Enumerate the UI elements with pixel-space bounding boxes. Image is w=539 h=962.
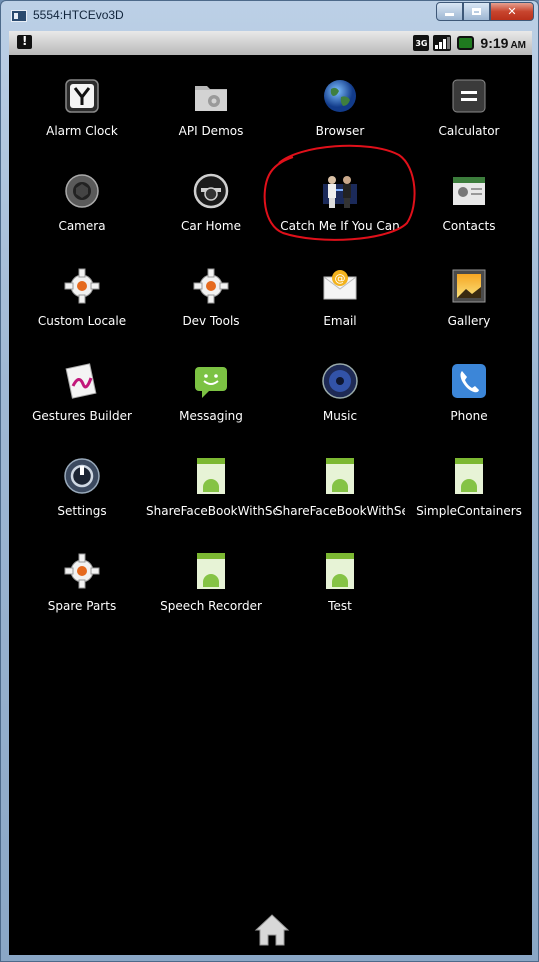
settings-icon <box>64 458 100 494</box>
gallery-icon <box>452 269 486 303</box>
phone-icon <box>452 364 486 398</box>
status-clock: 9:19 AM <box>480 35 526 51</box>
gestures-builder-icon <box>65 363 97 399</box>
status-bar[interactable]: 3G 9:19AM <box>9 31 532 55</box>
app-sharefacebookwithse-1[interactable]: ShareFaceBookWithSe <box>146 451 276 541</box>
catch-me-if-you-can-icon <box>323 176 357 208</box>
app-label: Car Home <box>181 219 241 233</box>
app-label: Music <box>322 409 358 423</box>
gear-icon <box>193 268 229 304</box>
app-label: API Demos <box>178 124 244 138</box>
app-label: Email <box>323 314 357 328</box>
svg-text:@: @ <box>335 272 346 285</box>
app-music[interactable]: Music <box>275 356 405 446</box>
emulator-window: 5554:HTCEvo3D ✕ 3G 9:19AM Alarm Clock <box>0 0 539 962</box>
minimize-icon <box>445 13 454 16</box>
app-gestures-builder[interactable]: Gestures Builder <box>17 356 147 446</box>
app-spare-parts[interactable]: Spare Parts <box>17 546 147 636</box>
app-alarm-clock[interactable]: Alarm Clock <box>17 71 147 161</box>
app-dev-tools[interactable]: Dev Tools <box>146 261 276 351</box>
gear-icon <box>64 268 100 304</box>
api-demos-icon <box>195 86 227 111</box>
notification-alert-icon <box>17 34 32 49</box>
android-default-icon <box>197 458 225 494</box>
close-icon: ✕ <box>507 5 517 18</box>
app-speech-recorder[interactable]: Speech Recorder <box>146 546 276 636</box>
android-default-icon <box>197 553 225 589</box>
window-controls: ✕ <box>436 2 534 22</box>
app-label: SimpleContainers <box>416 504 522 518</box>
app-label: ShareFaceBookWithSe <box>146 504 276 518</box>
window-titlebar[interactable]: 5554:HTCEvo3D ✕ <box>1 1 539 31</box>
app-settings[interactable]: Settings <box>17 451 147 541</box>
home-icon[interactable] <box>254 913 290 947</box>
emulator-window-icon <box>11 10 27 22</box>
app-label: Phone <box>450 409 488 423</box>
app-label: Spare Parts <box>47 599 117 613</box>
window-title: 5554:HTCEvo3D <box>33 8 124 22</box>
browser-globe-icon <box>324 80 356 112</box>
android-default-icon <box>326 458 354 494</box>
email-icon: @ <box>323 270 357 300</box>
app-label: Test <box>328 599 352 613</box>
app-label: Speech Recorder <box>160 599 262 613</box>
gear-icon <box>64 553 100 589</box>
app-test[interactable]: Test <box>275 546 405 636</box>
minimize-button[interactable] <box>436 2 463 21</box>
app-email[interactable]: @ Email <box>275 261 405 351</box>
app-messaging[interactable]: Messaging <box>146 356 276 446</box>
app-camera[interactable]: Camera <box>17 166 147 256</box>
close-button[interactable]: ✕ <box>490 2 534 21</box>
app-custom-locale[interactable]: Custom Locale <box>17 261 147 351</box>
app-label: Browser <box>315 124 365 138</box>
app-phone[interactable]: Phone <box>404 356 532 446</box>
app-label: Alarm Clock <box>46 124 118 138</box>
app-calculator[interactable]: Calculator <box>404 71 532 161</box>
music-speaker-icon <box>322 363 358 399</box>
app-label: Camera <box>58 219 106 233</box>
app-label: ShareFaceBookWithSe <box>275 504 405 518</box>
app-label: Catch Me If You Can <box>280 219 400 233</box>
signal-strength-icon <box>433 35 452 51</box>
calculator-icon <box>452 79 486 113</box>
app-label: Custom Locale <box>37 314 127 328</box>
app-label: Messaging <box>179 409 243 423</box>
app-label: Contacts <box>442 219 496 233</box>
app-label: Gallery <box>447 314 491 328</box>
app-label: Settings <box>57 504 107 518</box>
clock-time: 9:19 <box>480 35 509 51</box>
camera-icon <box>65 174 99 208</box>
app-contacts[interactable]: Contacts <box>404 166 532 256</box>
network-3g-icon: 3G <box>413 35 430 51</box>
device-screen: 3G 9:19AM Alarm Clock API Demos Browser <box>9 31 532 955</box>
app-simplecontainers[interactable]: SimpleContainers <box>404 451 532 541</box>
maximize-icon <box>472 8 481 15</box>
contacts-icon <box>453 177 485 205</box>
app-car-home[interactable]: Car Home <box>146 166 276 256</box>
maximize-button[interactable] <box>463 2 490 21</box>
app-sharefacebookwithse-2[interactable]: ShareFaceBookWithSe <box>275 451 405 541</box>
app-label: Calculator <box>438 124 500 138</box>
battery-icon <box>457 36 475 50</box>
android-default-icon <box>455 458 483 494</box>
messaging-icon <box>195 367 227 398</box>
status-indicators: 3G 9:19 AM <box>413 33 526 53</box>
alarm-clock-icon <box>65 79 99 113</box>
car-home-icon <box>193 173 229 209</box>
app-label: Gestures Builder <box>32 409 132 423</box>
clock-ampm: AM <box>510 40 526 51</box>
app-browser[interactable]: Browser <box>275 71 405 161</box>
android-default-icon <box>326 553 354 589</box>
app-catch-me-if-you-can[interactable]: Catch Me If You Can <box>275 166 405 256</box>
app-api-demos[interactable]: API Demos <box>146 71 276 161</box>
app-gallery[interactable]: Gallery <box>404 261 532 351</box>
app-label: Dev Tools <box>182 314 240 328</box>
